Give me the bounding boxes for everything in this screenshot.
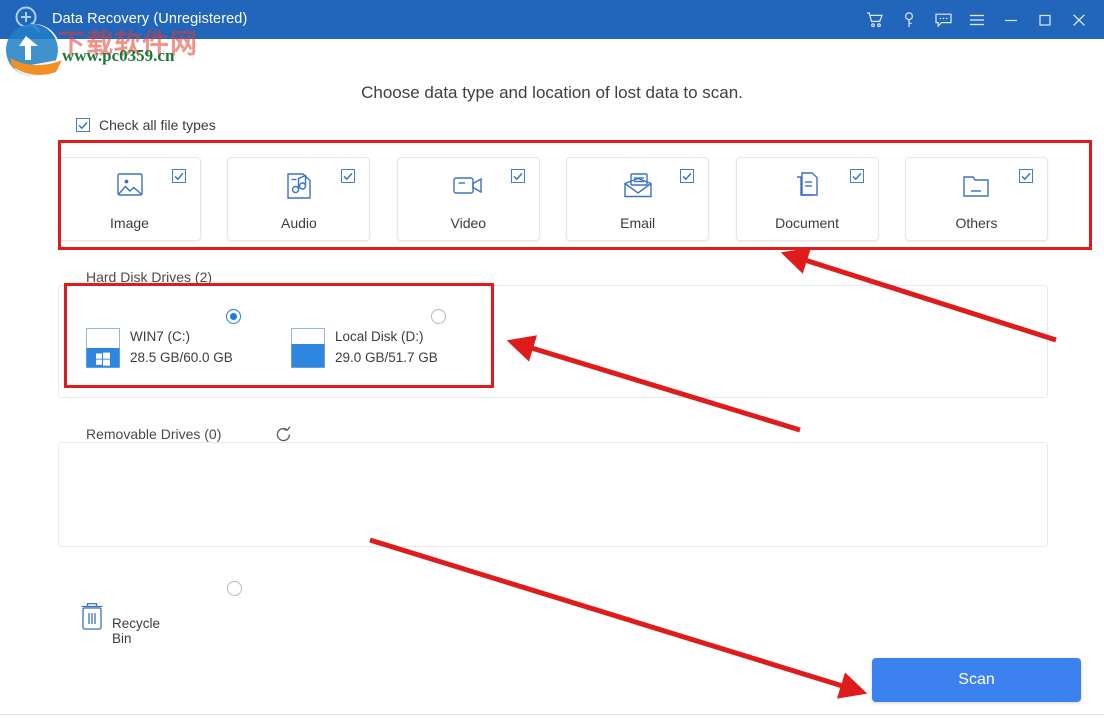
refresh-icon[interactable] xyxy=(274,425,293,449)
key-icon[interactable] xyxy=(892,0,926,39)
feedback-icon[interactable] xyxy=(926,0,960,39)
file-types-highlight-box xyxy=(58,140,1092,250)
bottom-separator xyxy=(0,714,1104,715)
drives-highlight-box xyxy=(64,283,494,388)
removable-drives-panel xyxy=(58,442,1048,547)
menu-icon[interactable] xyxy=(960,0,994,39)
removable-drives-legend: Removable Drives (0) xyxy=(78,426,229,442)
title-bar: Data Recovery (Unregistered) xyxy=(0,0,1104,39)
page-heading: Choose data type and location of lost da… xyxy=(0,83,1104,103)
watermark-url: www.pc0359.cn xyxy=(62,46,174,66)
cart-icon[interactable] xyxy=(858,0,892,39)
check-all-label: Check all file types xyxy=(99,117,216,133)
minimize-icon[interactable] xyxy=(994,0,1028,39)
window-controls xyxy=(858,0,1096,39)
recycle-bin-radio[interactable] xyxy=(227,581,242,596)
maximize-icon[interactable] xyxy=(1028,0,1062,39)
recycle-bin-label: Recycle Bin xyxy=(112,616,160,646)
app-icon xyxy=(10,3,44,37)
trash-icon xyxy=(78,600,106,637)
arrow-to-scan xyxy=(370,540,862,692)
close-icon[interactable] xyxy=(1062,0,1096,39)
app-window: Data Recovery (Unregistered) xyxy=(0,0,1104,726)
window-title: Data Recovery (Unregistered) xyxy=(52,11,247,27)
check-all-checkbox[interactable] xyxy=(76,118,90,132)
check-all-file-types[interactable]: Check all file types xyxy=(76,117,216,133)
scan-button[interactable]: Scan xyxy=(872,658,1081,702)
